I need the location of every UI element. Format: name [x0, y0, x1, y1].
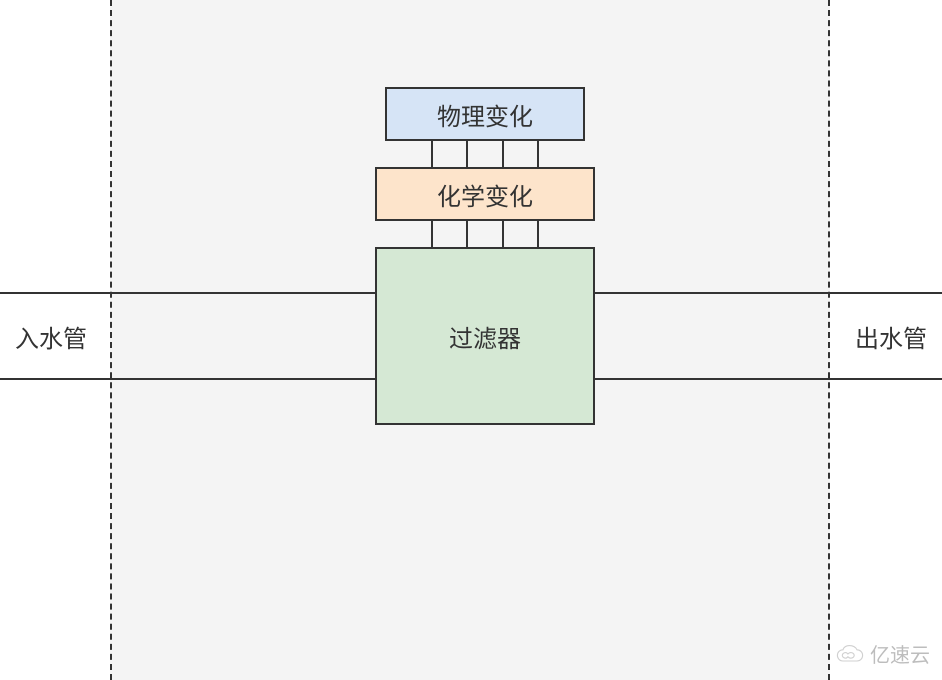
chemical-change-box: 化学变化 [375, 167, 595, 221]
connector-tick [431, 141, 433, 167]
filter-box-label: 过滤器 [449, 319, 521, 354]
watermark-text: 亿速云 [870, 639, 930, 668]
connector-tick [466, 141, 468, 167]
connector-tick [537, 221, 539, 247]
filter-box: 过滤器 [375, 247, 595, 425]
input-pipe-label: 入水管 [15, 319, 87, 354]
output-pipe: 出水管 [560, 292, 942, 380]
connector-tick [537, 141, 539, 167]
connector-tick [466, 221, 468, 247]
input-pipe: 入水管 [0, 292, 380, 380]
connector-ticks-physical-chemical [398, 141, 572, 167]
connector-tick [502, 141, 504, 167]
connector-tick [431, 221, 433, 247]
output-pipe-label: 出水管 [855, 319, 927, 354]
cloud-icon [836, 644, 864, 664]
physical-change-box: 物理变化 [385, 87, 585, 141]
watermark: 亿速云 [836, 639, 930, 668]
chemical-change-label: 化学变化 [437, 177, 533, 212]
connector-ticks-chemical-filter [398, 221, 572, 247]
physical-change-label: 物理变化 [437, 97, 533, 132]
connector-tick [502, 221, 504, 247]
